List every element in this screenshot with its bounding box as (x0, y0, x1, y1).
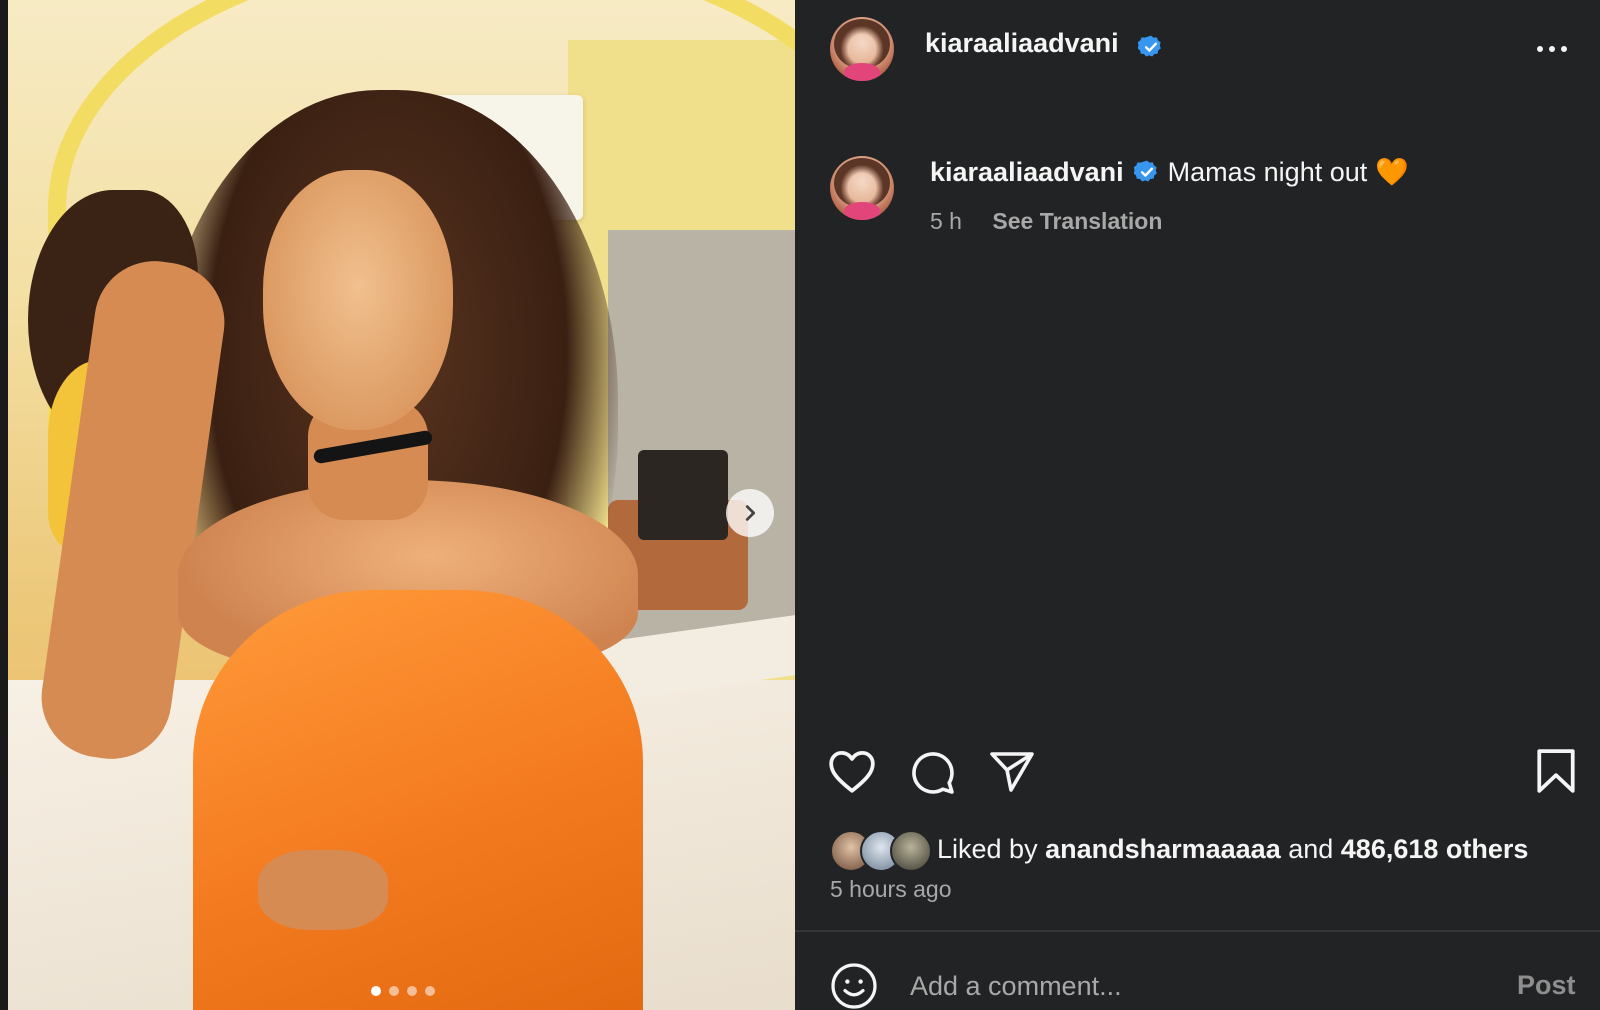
media-subject-dress (193, 590, 643, 1010)
chevron-right-icon (745, 505, 756, 521)
caption: kiaraaliaadvani Mamas night out 🧡 (930, 156, 1409, 188)
media-subject-face (263, 170, 453, 430)
likes-summary: Liked by anandsharmaaaaa and 486,618 oth… (937, 834, 1528, 865)
caption-text: Mamas night out (1167, 156, 1368, 187)
author-avatar[interactable] (830, 17, 894, 81)
author-username[interactable]: kiaraaliaadvani (925, 28, 1119, 59)
post-timestamp[interactable]: 5 hours ago (830, 876, 951, 903)
comment-input[interactable] (910, 966, 1470, 1006)
liker-avatar (890, 830, 932, 872)
post-comment-button[interactable]: Post (1517, 970, 1576, 1001)
verified-badge-icon (1138, 35, 1161, 57)
media-subject-hand (258, 850, 388, 930)
heart-icon[interactable] (827, 748, 877, 794)
carousel-indicator (371, 986, 435, 996)
next-slide-button[interactable] (726, 489, 774, 537)
caption-meta: 5 h See Translation (930, 208, 1162, 235)
paper-plane-icon[interactable] (988, 748, 1036, 796)
liker-username[interactable]: anandsharmaaaaa (1045, 834, 1281, 864)
more-options-icon-dot (1561, 46, 1567, 52)
verified-badge-icon (1133, 159, 1160, 185)
likes-others[interactable]: 486,618 others (1341, 834, 1529, 864)
caption-author-avatar[interactable] (830, 156, 894, 220)
post-dialog: kiaraaliaadvani kiaraaliaadvani Mamas ni… (0, 0, 1600, 1010)
more-options-button[interactable] (1530, 32, 1574, 66)
orange-heart-emoji: 🧡 (1375, 157, 1409, 187)
more-options-icon-dot (1549, 46, 1555, 52)
media-bg-bag (638, 450, 728, 540)
comment-divider (795, 930, 1600, 932)
carousel-dot-active (371, 986, 381, 996)
comment-bubble-icon[interactable] (908, 748, 956, 796)
likes-prefix: Liked by (937, 834, 1046, 864)
smiley-icon[interactable] (830, 962, 878, 1010)
carousel-dot (425, 986, 435, 996)
caption-time: 5 h (930, 208, 962, 234)
bookmark-icon[interactable] (1535, 748, 1577, 794)
carousel-dot (407, 986, 417, 996)
caption-username[interactable]: kiaraaliaadvani (930, 157, 1124, 188)
see-translation-button[interactable]: See Translation (992, 208, 1162, 234)
more-options-icon (1537, 46, 1543, 52)
likes-conjunction: and (1280, 834, 1341, 864)
liked-by-avatars[interactable] (830, 830, 932, 872)
window-edge (0, 0, 8, 1010)
carousel-dot (389, 986, 399, 996)
post-media[interactable] (8, 0, 795, 1010)
